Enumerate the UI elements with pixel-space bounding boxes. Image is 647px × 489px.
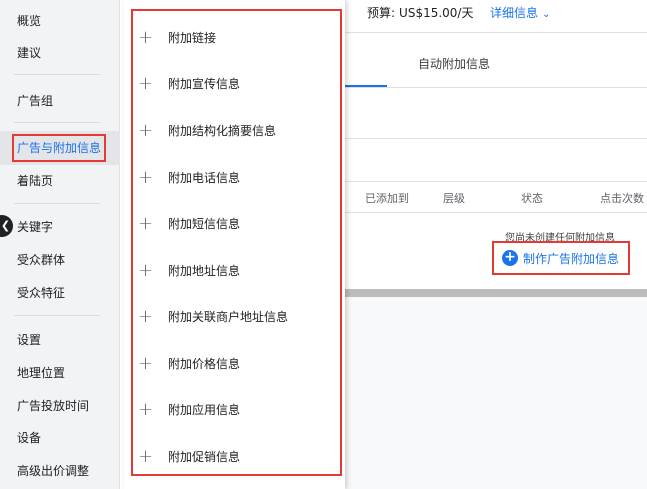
nav-item-devices[interactable]: 设备 (0, 423, 120, 453)
nav-label: 受众群体 (17, 253, 66, 267)
extension-type-menu: + 附加链接 + 附加宣传信息 + 附加结构化摘要信息 + 附加电话信息 + 附加短信信息… (124, 0, 345, 489)
nav-label: 着陆页 (17, 174, 54, 188)
nav-label: 受众特征 (17, 286, 66, 300)
plus-icon: + (138, 446, 154, 467)
nav-divider (14, 315, 100, 316)
create-extension-button[interactable]: + 制作广告附加信息 (492, 241, 630, 275)
nav-item-landing-pages[interactable]: 着陆页 (0, 166, 120, 196)
menu-item-label: 附加电话信息 (168, 171, 241, 185)
nav-divider (14, 122, 100, 123)
menu-item-callout[interactable]: + 附加宣传信息 (138, 69, 338, 99)
menu-item-message[interactable]: + 附加短信信息 (138, 209, 338, 239)
nav-label: 设备 (17, 431, 42, 445)
menu-item-label: 附加结构化摘要信息 (168, 124, 277, 138)
budget-value: US$15.00/天 (399, 6, 474, 20)
menu-item-structured-snippet[interactable]: + 附加结构化摘要信息 (138, 116, 338, 146)
menu-item-label: 附加促销信息 (168, 450, 241, 464)
column-header-added-to[interactable]: 已添加到 (365, 190, 409, 206)
budget-label: 预算: (367, 6, 396, 20)
main-content: 预算: US$15.00/天 详细信息 ⌄ 自动附加信息 已添加到 层级 状态 点击… (345, 0, 647, 489)
column-header-level[interactable]: 层级 (443, 190, 465, 206)
divider (345, 87, 647, 88)
nav-item-audiences[interactable]: 受众群体 (0, 245, 120, 275)
nav-label: 广告组 (17, 94, 54, 108)
plus-icon: + (138, 120, 154, 141)
menu-item-label: 附加应用信息 (168, 403, 241, 417)
nav-item-ad-groups[interactable]: 广告组 (0, 86, 120, 116)
budget: 预算: US$15.00/天 (367, 4, 473, 22)
divider (345, 138, 647, 139)
nav-divider (14, 203, 100, 204)
nav-item-overview[interactable]: 概览 (0, 6, 120, 36)
nav-label: 地理位置 (17, 366, 66, 380)
menu-item-label: 附加链接 (168, 31, 217, 45)
chevron-down-icon: ⌄ (542, 9, 551, 20)
details-label: 详细信息 (490, 6, 539, 20)
app-root: 概览 建议 广告组 广告与附加信息 着陆页 关键字 受众群体 受众特征 设置 地… (0, 0, 647, 489)
plus-icon: + (138, 353, 154, 374)
menu-item-price[interactable]: + 附加价格信息 (138, 349, 338, 379)
menu-item-label: 附加价格信息 (168, 357, 241, 371)
nav-label: 广告与附加信息 (12, 134, 107, 162)
details-link[interactable]: 详细信息 ⌄ (490, 4, 550, 24)
menu-item-app[interactable]: + 附加应用信息 (138, 395, 338, 425)
left-nav: 概览 建议 广告组 广告与附加信息 着陆页 关键字 受众群体 受众特征 设置 地… (0, 0, 120, 489)
nav-item-ad-schedule[interactable]: 广告投放时间 (0, 391, 120, 421)
menu-item-affiliate-location[interactable]: + 附加关联商户地址信息 (138, 302, 338, 332)
plus-icon: + (138, 260, 154, 281)
scroll-band (345, 289, 647, 297)
add-circle-icon: + (502, 250, 518, 266)
tab-auto-extensions[interactable]: 自动附加信息 (418, 55, 490, 72)
menu-item-sitelink[interactable]: + 附加链接 (138, 23, 338, 53)
nav-item-locations[interactable]: 地理位置 (0, 358, 120, 388)
menu-item-label: 附加宣传信息 (168, 77, 241, 91)
plus-icon: + (138, 73, 154, 94)
menu-item-label: 附加短信信息 (168, 217, 241, 231)
nav-item-ads-extensions[interactable]: 广告与附加信息 (0, 131, 120, 165)
nav-divider (14, 74, 100, 75)
nav-item-recommendations[interactable]: 建议 (0, 38, 120, 68)
plus-icon: + (138, 399, 154, 420)
nav-label: 关键字 (17, 220, 54, 234)
plus-icon: + (138, 213, 154, 234)
empty-area (345, 297, 647, 489)
nav-label: 设置 (17, 333, 42, 347)
nav-item-advanced-bid[interactable]: 高级出价调整 (0, 456, 120, 486)
column-header-status[interactable]: 状态 (521, 190, 543, 206)
plus-icon: + (138, 27, 154, 48)
plus-icon: + (138, 167, 154, 188)
nav-item-settings[interactable]: 设置 (0, 325, 120, 355)
nav-label: 概览 (17, 14, 42, 28)
column-header-clicks[interactable]: 点击次数 (600, 190, 644, 206)
divider (345, 181, 647, 182)
menu-item-promotion[interactable]: + 附加促销信息 (138, 442, 338, 472)
menu-item-label: 附加关联商户地址信息 (168, 310, 289, 324)
divider (345, 32, 647, 33)
plus-icon: + (138, 306, 154, 327)
menu-item-label: 附加地址信息 (168, 264, 241, 278)
nav-label: 建议 (17, 46, 42, 60)
menu-item-location[interactable]: + 附加地址信息 (138, 256, 338, 286)
create-extension-label: 制作广告附加信息 (523, 251, 620, 266)
menu-item-call[interactable]: + 附加电话信息 (138, 163, 338, 193)
nav-label: 高级出价调整 (17, 464, 90, 478)
nav-item-demographics[interactable]: 受众特征 (0, 278, 120, 308)
divider (345, 212, 647, 213)
nav-item-keywords[interactable]: 关键字 (0, 212, 120, 242)
nav-label: 广告投放时间 (17, 399, 90, 413)
